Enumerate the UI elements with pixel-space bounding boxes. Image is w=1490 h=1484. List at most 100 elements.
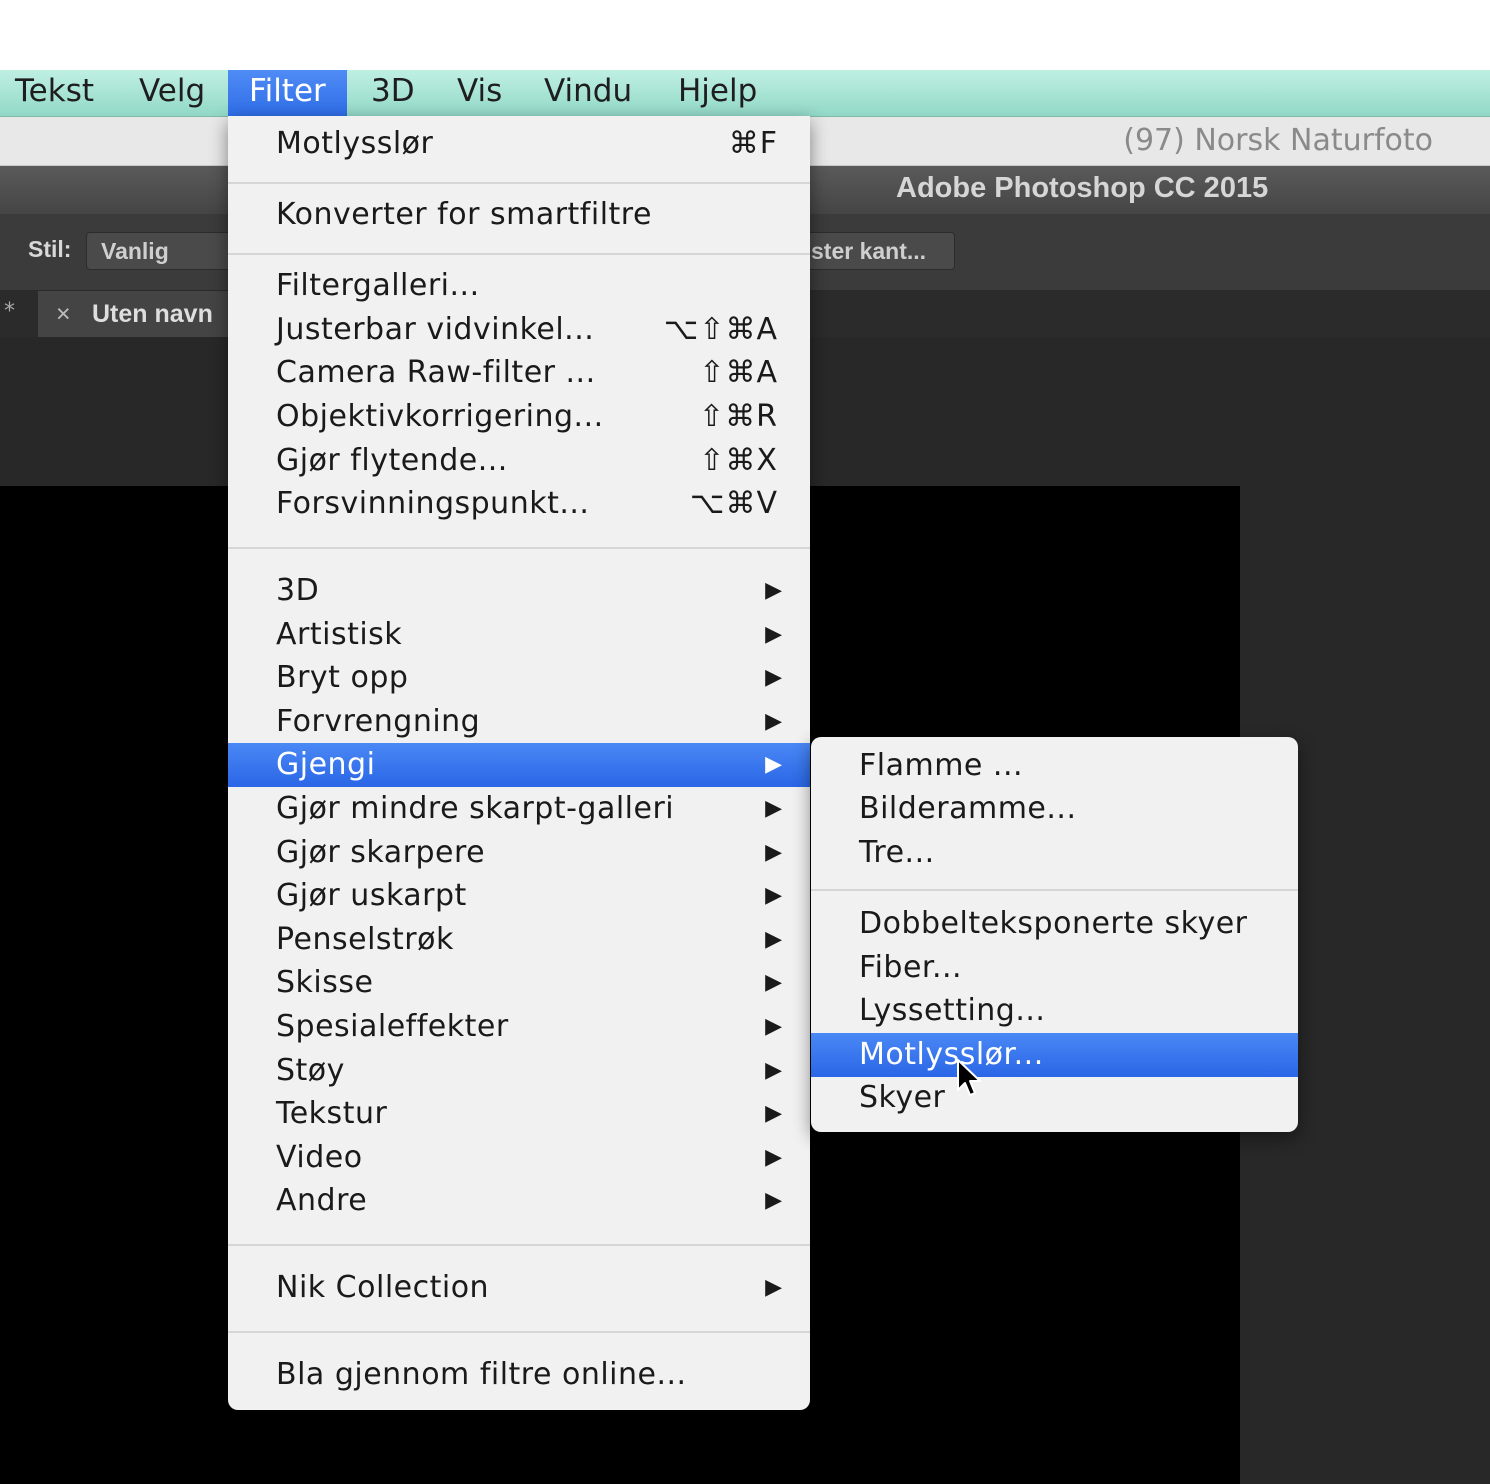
menu-item-label: Fiber... [859, 950, 963, 985]
mouse-pointer-icon [957, 1059, 981, 1096]
menu-item-category[interactable]: Andre ▶ [228, 1179, 810, 1223]
submenu-item[interactable]: Lyssetting... [811, 989, 1298, 1033]
menu-bar: Tekst Velg Filter 3D Vis Vindu Hjelp [0, 70, 1490, 117]
menu-item-label: Bla gjennom filtre online... [276, 1357, 687, 1392]
menu-item-lens-correction[interactable]: Objektivkorrigering... ⇧⌘R [228, 395, 810, 439]
menu-item-label: Konverter for smartfiltre [276, 197, 652, 232]
submenu-item[interactable]: Bilderamme... [811, 787, 1298, 831]
browser-window-title: (97) Norsk Naturfoto [1123, 123, 1433, 158]
menu-item-label: Gjør mindre skarpt-galleri [276, 791, 675, 826]
app-title: Adobe Photoshop CC 2015 [896, 172, 1269, 204]
menu-item-label: Gjengi [276, 747, 376, 783]
menu-item-label: Spesialeffekter [276, 1009, 509, 1044]
menu-item-category[interactable]: Bryt opp ▶ [228, 656, 810, 700]
menu-item-category[interactable]: Forvrengning ▶ [228, 700, 810, 744]
submenu-arrow-icon: ▶ [765, 926, 782, 952]
submenu-arrow-icon: ▶ [765, 796, 782, 821]
style-label: Stil: [28, 236, 72, 262]
menu-item-category[interactable]: Penselstrøk ▶ [228, 918, 810, 962]
menu-item-category[interactable]: Gjengi ▶ [228, 743, 810, 788]
menu-item-liquify[interactable]: Gjør flytende... ⇧⌘X [228, 439, 810, 483]
submenu-item[interactable]: Skyer [811, 1076, 1298, 1120]
menu-item-label: Skyer [859, 1080, 946, 1115]
menu-item-label: Gjør uskarpt [276, 878, 467, 914]
menu-item-category[interactable]: Tekstur ▶ [228, 1092, 810, 1136]
submenu-item[interactable]: Flamme ... [811, 744, 1298, 788]
menu-item-camera-raw[interactable]: Camera Raw-filter ... ⇧⌘A [228, 351, 810, 395]
menu-vindu[interactable]: Vindu [544, 70, 632, 116]
menu-item-category[interactable]: Artistisk ▶ [228, 613, 810, 657]
menu-filter[interactable]: Filter [228, 70, 347, 116]
menu-item-category[interactable]: Gjør skarpere ▶ [228, 831, 810, 875]
menu-item-label: Motlysslør... [859, 1037, 1044, 1072]
submenu-item[interactable]: Motlysslør... [811, 1033, 1298, 1077]
menu-item-label: Camera Raw-filter ... [276, 355, 596, 390]
separator [811, 889, 1298, 891]
submenu-arrow-icon: ▶ [765, 839, 782, 865]
menu-item-filter-gallery[interactable]: Filtergalleri... [228, 264, 810, 308]
submenu-arrow-icon: ▶ [765, 1014, 782, 1039]
submenu-item[interactable]: Dobbelteksponerte skyer [811, 902, 1298, 946]
menu-hjelp[interactable]: Hjelp [678, 70, 757, 116]
menu-item-browse-filters-online[interactable]: Bla gjennom filtre online... [228, 1353, 810, 1397]
document-tab[interactable]: × Uten navn [38, 291, 258, 337]
menu-item-label: Bilderamme... [859, 791, 1077, 826]
submenu-item[interactable]: Tre... [811, 831, 1298, 875]
menu-item-category[interactable]: Gjør mindre skarpt-galleri ▶ [228, 787, 810, 831]
refine-edge-button[interactable]: ster kant... [790, 232, 955, 270]
menu-item-label: Andre [276, 1183, 368, 1219]
menu-item-category[interactable]: Spesialeffekter ▶ [228, 1005, 810, 1049]
menu-item-label: Dobbelteksponerte skyer [859, 906, 1248, 941]
submenu-arrow-icon: ▶ [765, 621, 782, 647]
menu-item-label: Nik Collection [276, 1270, 490, 1305]
submenu-arrow-icon: ▶ [765, 1275, 782, 1300]
separator [228, 1244, 810, 1246]
menu-item-category[interactable]: Video ▶ [228, 1136, 810, 1180]
submenu-arrow-icon: ▶ [765, 1144, 782, 1170]
menu-item-nik-collection[interactable]: Nik Collection ▶ [228, 1266, 810, 1310]
submenu-arrow-icon: ▶ [765, 1101, 782, 1127]
separator [228, 182, 810, 184]
shortcut: ⇧⌘R [699, 399, 778, 434]
gjengi-submenu: Flamme ... Bilderamme... Tre... Dobbelteksp… [811, 737, 1298, 1132]
menu-item-label: Video [276, 1139, 363, 1175]
menu-item-category[interactable]: Skisse ▶ [228, 961, 810, 1005]
menu-item-vanishing-point[interactable]: Forsvinningspunkt... ⌥⌘V [228, 482, 810, 526]
menu-item-label: Støy [276, 1052, 345, 1088]
shortcut: ⇧⌘A [699, 355, 778, 390]
submenu-arrow-icon: ▶ [765, 708, 782, 734]
menu-item-label: Forsvinningspunkt... [276, 486, 590, 521]
menu-item-last-filter[interactable]: Motlysslør ⌘F [228, 122, 810, 166]
submenu-arrow-icon: ▶ [765, 883, 782, 909]
menu-item-category[interactable]: Støy ▶ [228, 1049, 810, 1093]
submenu-arrow-icon: ▶ [765, 970, 782, 996]
submenu-item[interactable]: Fiber... [811, 946, 1298, 990]
filter-menu: Motlysslør ⌘F Konverter for smartfiltre … [228, 116, 810, 1410]
submenu-arrow-icon: ▶ [765, 752, 782, 778]
submenu-arrow-icon: ▶ [765, 665, 782, 691]
close-icon[interactable]: × [56, 291, 71, 337]
menu-item-label: Gjør flytende... [276, 443, 508, 478]
menu-item-category[interactable]: Gjør uskarpt ▶ [228, 874, 810, 918]
menu-vis[interactable]: Vis [457, 70, 502, 116]
separator [228, 253, 810, 255]
separator [228, 547, 810, 549]
tab-scroll-marker: * [4, 299, 15, 324]
shortcut: ⌥⇧⌘A [663, 312, 778, 347]
menu-item-category[interactable]: 3D ▶ [228, 569, 810, 613]
submenu-arrow-icon: ▶ [765, 1188, 782, 1214]
menu-item-adaptive-wide-angle[interactable]: Justerbar vidvinkel... ⌥⇧⌘A [228, 308, 810, 352]
menu-item-label: Forvrengning [276, 703, 481, 739]
menu-item-label: Objektivkorrigering... [276, 399, 604, 434]
separator [228, 1331, 810, 1333]
menu-item-label: Penselstrøk [276, 921, 454, 957]
menu-tekst[interactable]: Tekst [15, 70, 94, 116]
menu-velg[interactable]: Velg [139, 70, 205, 116]
menu-item-label: Filtergalleri... [276, 268, 480, 303]
menu-3d[interactable]: 3D [371, 70, 415, 116]
menu-item-smart-filters[interactable]: Konverter for smartfiltre [228, 193, 810, 237]
menu-item-label: Flamme ... [859, 748, 1024, 783]
menu-item-label: Lyssetting... [859, 993, 1046, 1028]
menu-item-label: Artistisk [276, 616, 403, 652]
style-select[interactable]: Vanlig [86, 232, 246, 270]
